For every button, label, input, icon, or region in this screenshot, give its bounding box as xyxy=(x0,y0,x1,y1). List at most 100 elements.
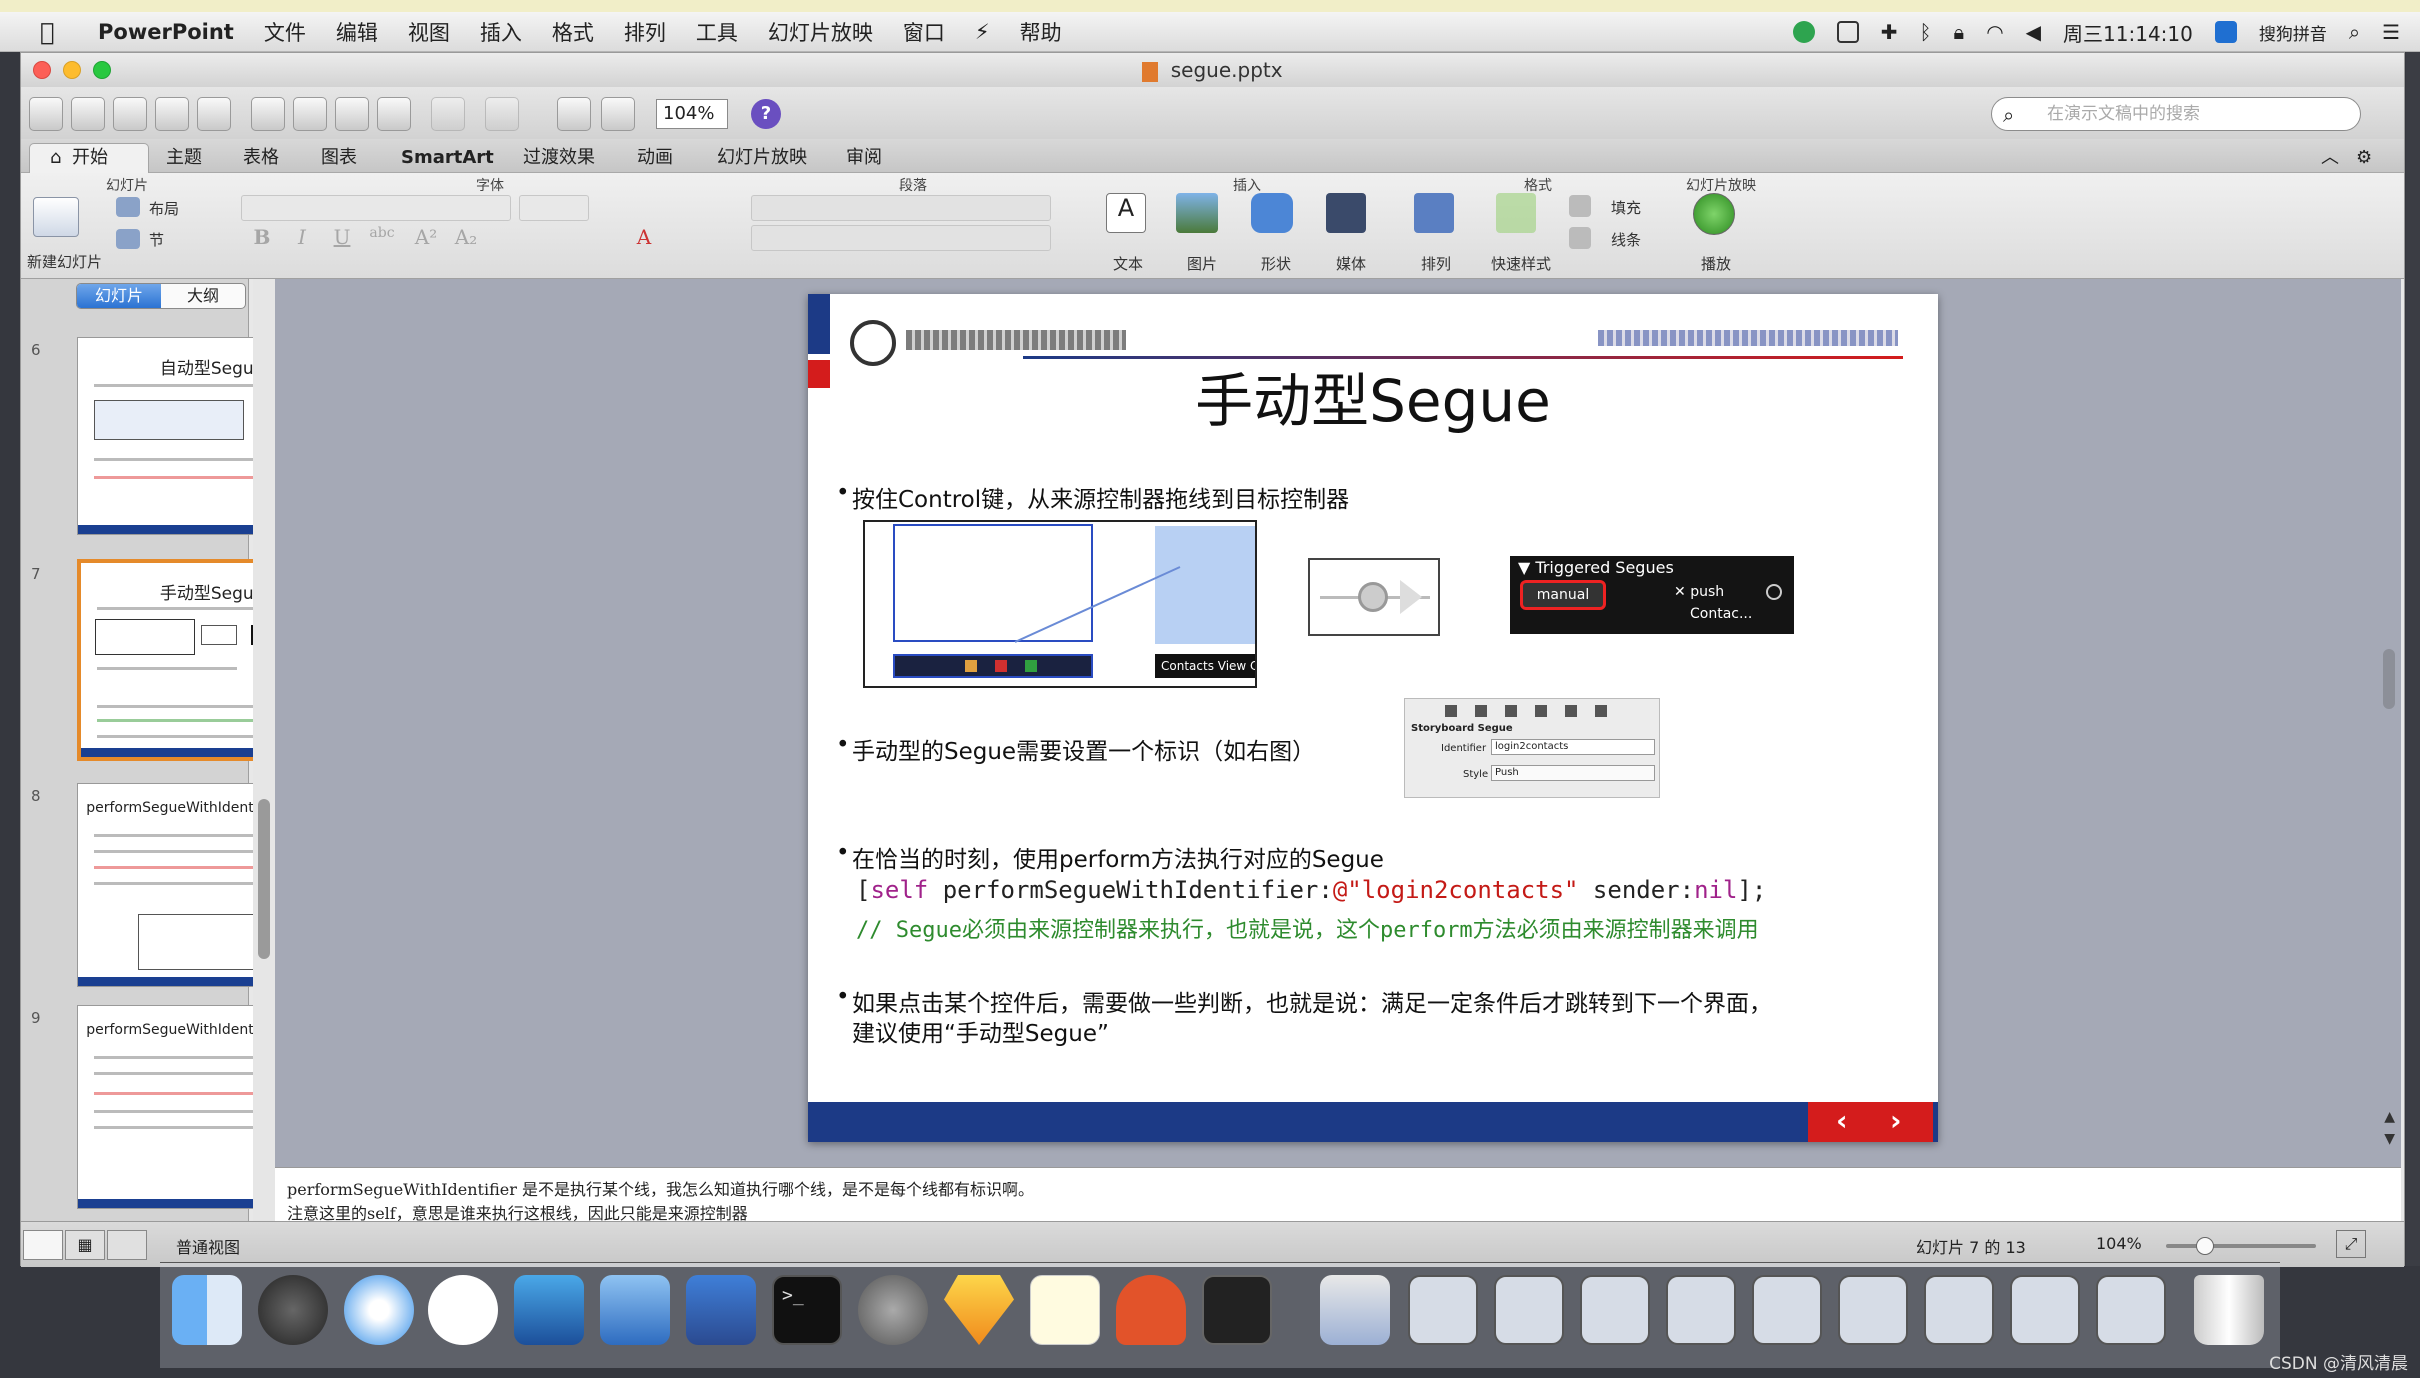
minimized-window-3[interactable] xyxy=(1580,1275,1650,1345)
apple-icon[interactable]:  xyxy=(40,18,70,46)
menu-insert[interactable]: 插入 xyxy=(480,17,522,47)
system-preferences-icon[interactable] xyxy=(858,1275,928,1345)
slide-sorter-icon[interactable] xyxy=(557,97,591,131)
menu-app[interactable]: PowerPoint xyxy=(98,20,234,44)
tab-smartart[interactable]: SmartArt xyxy=(401,145,494,171)
zoom-select[interactable]: 104% xyxy=(656,99,728,129)
arrange-icon[interactable] xyxy=(1414,193,1454,233)
text-box-icon[interactable]: A xyxy=(1106,193,1146,233)
paste-icon[interactable] xyxy=(335,97,369,131)
minimized-window-8[interactable] xyxy=(2010,1275,2080,1345)
bluetooth-icon[interactable]: ᛒ xyxy=(1920,20,1932,44)
menu-slideshow[interactable]: 幻灯片放映 xyxy=(768,17,873,47)
finder-icon[interactable] xyxy=(172,1275,242,1345)
minimized-window-7[interactable] xyxy=(1924,1275,1994,1345)
safari-icon[interactable] xyxy=(344,1275,414,1345)
tab-charts[interactable]: 图表 xyxy=(321,145,357,171)
camera-icon[interactable] xyxy=(1836,21,1859,43)
zoom-slider-knob[interactable] xyxy=(2196,1237,2214,1255)
volume-icon[interactable]: ◀ xyxy=(2026,20,2041,44)
tab-home[interactable]: ⌂ 开始 xyxy=(29,143,149,173)
normal-view-icon[interactable] xyxy=(23,1230,63,1260)
italic-button[interactable]: I xyxy=(289,225,315,251)
zoom-button[interactable] xyxy=(93,61,111,79)
new-slide-button[interactable]: 新建幻灯片 xyxy=(27,251,102,272)
canvas-scrollbar[interactable] xyxy=(2383,649,2395,709)
slideshow-view-icon[interactable] xyxy=(107,1230,147,1260)
fit-window-icon[interactable]: ⤢ xyxy=(2336,1230,2366,1258)
format-painter-icon[interactable] xyxy=(377,97,411,131)
collapse-ribbon-icon[interactable]: ︿ xyxy=(2321,145,2339,171)
layout-button[interactable]: 布局 xyxy=(149,198,179,219)
menu-arrange[interactable]: 排列 xyxy=(624,17,666,47)
quicktime-icon[interactable] xyxy=(1320,1275,1390,1345)
media-icon[interactable] xyxy=(1326,193,1366,233)
play-icon[interactable] xyxy=(1693,193,1735,235)
instruments-icon[interactable] xyxy=(686,1275,756,1345)
picture-icon[interactable] xyxy=(1176,193,1218,233)
menu-help[interactable]: 帮助 xyxy=(1020,17,1062,47)
segment-outline[interactable]: 大纲 xyxy=(161,284,245,308)
notes-pane[interactable]: performSegueWithIdentifier 是不是执行某个线，我怎么知… xyxy=(275,1167,2401,1221)
menu-window[interactable]: 窗口 xyxy=(903,17,945,47)
bold-button[interactable]: B xyxy=(249,225,275,251)
menu-edit[interactable]: 编辑 xyxy=(336,17,378,47)
tab-animations[interactable]: 动画 xyxy=(637,145,673,171)
sketch-icon[interactable] xyxy=(944,1275,1014,1345)
minimized-window-6[interactable] xyxy=(1838,1275,1908,1345)
ime-label[interactable]: 搜狗拼音 xyxy=(2259,20,2327,45)
prev-slide-icon[interactable]: ▲ xyxy=(2384,1109,2395,1125)
open-icon[interactable] xyxy=(113,97,147,131)
arrange-button[interactable]: 排列 xyxy=(1421,253,1451,274)
font-size-select[interactable] xyxy=(519,195,589,221)
tab-slideshow[interactable]: 幻灯片放映 xyxy=(717,145,807,171)
slide[interactable]: 手动型Segue 按住Control键，从来源控制器拖线到目标控制器 Conta… xyxy=(808,294,1938,1142)
segment-slides[interactable]: 幻灯片 xyxy=(77,284,161,308)
play-button[interactable]: 播放 xyxy=(1701,253,1731,274)
presenter-icon[interactable] xyxy=(601,97,635,131)
menu-view[interactable]: 视图 xyxy=(408,17,450,47)
strikethrough-button[interactable]: abc xyxy=(369,225,395,251)
minimized-window-4[interactable] xyxy=(1666,1275,1736,1345)
plus-icon[interactable]: ✚ xyxy=(1881,20,1898,44)
status-green-icon[interactable] xyxy=(1792,21,1815,43)
save-icon[interactable] xyxy=(155,97,189,131)
copy-icon[interactable] xyxy=(293,97,327,131)
launchpad-icon[interactable] xyxy=(258,1275,328,1345)
redo-icon[interactable] xyxy=(485,97,519,131)
quick-styles-button[interactable]: 快速样式 xyxy=(1491,253,1551,274)
fill-button[interactable]: 填充 xyxy=(1611,197,1641,218)
clock[interactable]: 周三11:14:10 xyxy=(2063,18,2193,47)
tab-review[interactable]: 审阅 xyxy=(846,145,882,171)
minimized-window-2[interactable] xyxy=(1494,1275,1564,1345)
new-slide-icon[interactable] xyxy=(33,197,79,237)
tab-tables[interactable]: 表格 xyxy=(243,145,279,171)
menu-tools[interactable]: 工具 xyxy=(696,17,738,47)
template-gallery-icon[interactable] xyxy=(71,97,105,131)
video-editor-icon[interactable] xyxy=(514,1275,584,1345)
tab-themes[interactable]: 主题 xyxy=(166,145,202,171)
trash-icon[interactable] xyxy=(2194,1275,2264,1345)
shape-icon[interactable] xyxy=(1251,193,1293,233)
gear-icon[interactable]: ⚙ xyxy=(2356,145,2372,171)
scrollbar-thumb[interactable] xyxy=(258,799,270,959)
section-button[interactable]: 节 xyxy=(149,229,164,250)
new-icon[interactable] xyxy=(29,97,63,131)
slides-pane-scrollbar[interactable] xyxy=(253,279,275,1221)
wifi-icon[interactable]: ◠ xyxy=(1986,20,2003,44)
spotlight-icon[interactable]: ⌕ xyxy=(2349,20,2360,44)
help-icon[interactable]: ? xyxy=(751,99,781,129)
minimize-button[interactable] xyxy=(63,61,81,79)
ime-icon[interactable] xyxy=(2214,21,2237,43)
console-icon[interactable] xyxy=(1202,1275,1272,1345)
list-icon[interactable]: ☰ xyxy=(2382,20,2400,44)
line-button[interactable]: 线条 xyxy=(1611,229,1641,250)
mouse-icon[interactable] xyxy=(428,1275,498,1345)
underline-button[interactable]: U xyxy=(329,225,355,251)
quick-styles-icon[interactable] xyxy=(1496,193,1536,233)
tab-transitions[interactable]: 过渡效果 xyxy=(523,145,595,171)
search-input[interactable]: 在演示文稿中的搜索 xyxy=(1991,97,2361,131)
menu-file[interactable]: 文件 xyxy=(264,17,306,47)
minimized-window-1[interactable] xyxy=(1408,1275,1478,1345)
subscript-button[interactable]: A₂ xyxy=(453,225,479,251)
